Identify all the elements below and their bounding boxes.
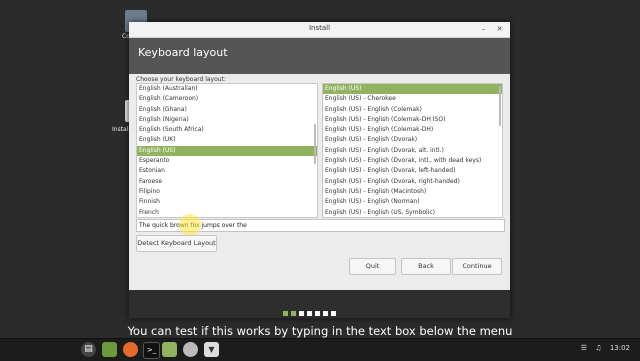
variant-item[interactable]: English (US) - English (Dvorak, right-ha… xyxy=(323,177,502,187)
folder-icon[interactable] xyxy=(162,342,177,357)
terminal-icon[interactable]: >_ xyxy=(143,342,160,359)
layout-item[interactable]: Filipino xyxy=(137,187,317,197)
variant-item[interactable]: English (US) - English (Colemak-DH) xyxy=(323,125,502,135)
clock[interactable]: 13:02 xyxy=(610,344,630,352)
layout-item[interactable]: English (Ghana) xyxy=(137,105,317,115)
video-subtitle: You can test if this works by typing in … xyxy=(127,324,513,338)
mouse-cursor-highlight xyxy=(179,214,201,236)
layout-item[interactable]: English (Australian) xyxy=(137,84,317,94)
desktop-icon-label-install: Install xyxy=(112,126,131,133)
variant-item[interactable]: English (US) - English (Dvorak) xyxy=(323,135,502,145)
window-titlebar[interactable]: Install – ✕ xyxy=(129,22,510,38)
progress-dots xyxy=(283,301,339,316)
continue-button[interactable]: Continue xyxy=(452,258,502,275)
progress-dot xyxy=(291,311,296,316)
network-icon[interactable]: ☰ xyxy=(581,344,587,352)
installer-window: Install – ✕ Keyboard layout Choose your … xyxy=(129,22,510,318)
keyboard-layout-panel: Choose your keyboard layout: English (Au… xyxy=(129,74,510,290)
layout-item[interactable]: Finnish xyxy=(137,197,317,207)
layout-item[interactable]: English (Nigeria) xyxy=(137,115,317,125)
disc-icon[interactable] xyxy=(183,342,198,357)
layout-item[interactable]: English (Cameroon) xyxy=(137,94,317,104)
detect-keyboard-layout-button[interactable]: Detect Keyboard Layout xyxy=(136,235,217,252)
variant-item[interactable]: English (US) - English (Colemak) xyxy=(323,105,502,115)
choose-layout-label: Choose your keyboard layout: xyxy=(136,76,226,83)
back-button[interactable]: Back xyxy=(401,258,451,275)
layout-item[interactable]: English (UK) xyxy=(137,135,317,145)
volume-icon[interactable]: ♫ xyxy=(595,344,601,352)
layout-list[interactable]: English (Australian) English (Cameroon) … xyxy=(136,83,318,218)
layout-item[interactable]: Esperanto xyxy=(137,156,317,166)
progress-dot xyxy=(283,311,288,316)
layout-item-selected[interactable]: English (US) xyxy=(137,145,317,157)
menu-icon[interactable]: ▤ xyxy=(81,342,96,357)
quit-button[interactable]: Quit xyxy=(349,258,396,275)
page-header: Keyboard layout xyxy=(129,38,510,74)
page-title: Keyboard layout xyxy=(138,46,228,59)
layout-item[interactable]: Estonian xyxy=(137,166,317,176)
variant-item[interactable]: English (US) - English (Dvorak, left-han… xyxy=(323,166,502,176)
taskbar: ▤ >_ ▼ ☰ ♫ 13:02 xyxy=(0,338,640,361)
firefox-icon[interactable] xyxy=(123,342,138,357)
variant-item[interactable]: English (US) - English (Norman) xyxy=(323,197,502,207)
progress-dot xyxy=(323,311,328,316)
variant-item[interactable]: English (US) - English (US, Symbolic) xyxy=(323,208,502,217)
layout-list-scrollbar[interactable] xyxy=(314,124,316,164)
close-icon[interactable]: ✕ xyxy=(495,25,504,34)
window-title: Install xyxy=(308,24,331,32)
install-progress xyxy=(129,290,510,318)
layout-item[interactable]: Faroese xyxy=(137,177,317,187)
progress-dot xyxy=(307,311,312,316)
files-icon[interactable] xyxy=(102,342,117,357)
variant-item[interactable]: English (US) - English (Dvorak, intl., w… xyxy=(323,156,502,166)
variant-item[interactable]: English (US) - English (Macintosh) xyxy=(323,187,502,197)
variant-item[interactable]: English (US) - English (Dvorak, alt. int… xyxy=(323,146,502,156)
variant-item[interactable]: English (US) - English (Colemak-DH ISO) xyxy=(323,115,502,125)
variant-item-selected[interactable]: English (US) xyxy=(323,84,502,95)
install-app-icon[interactable]: ▼ xyxy=(204,342,219,357)
system-tray: ☰ ♫ 13:02 xyxy=(581,344,630,352)
progress-dot xyxy=(331,311,336,316)
variant-list[interactable]: English (US) English (US) - Cherokee Eng… xyxy=(322,83,503,218)
progress-dot xyxy=(315,311,320,316)
layout-item[interactable]: French xyxy=(137,208,317,217)
progress-dot xyxy=(299,311,304,316)
minimize-icon[interactable]: – xyxy=(479,25,488,34)
variant-list-scrollbar[interactable] xyxy=(499,86,501,126)
layout-item[interactable]: English (South Africa) xyxy=(137,125,317,135)
variant-item[interactable]: English (US) - Cherokee xyxy=(323,94,502,104)
